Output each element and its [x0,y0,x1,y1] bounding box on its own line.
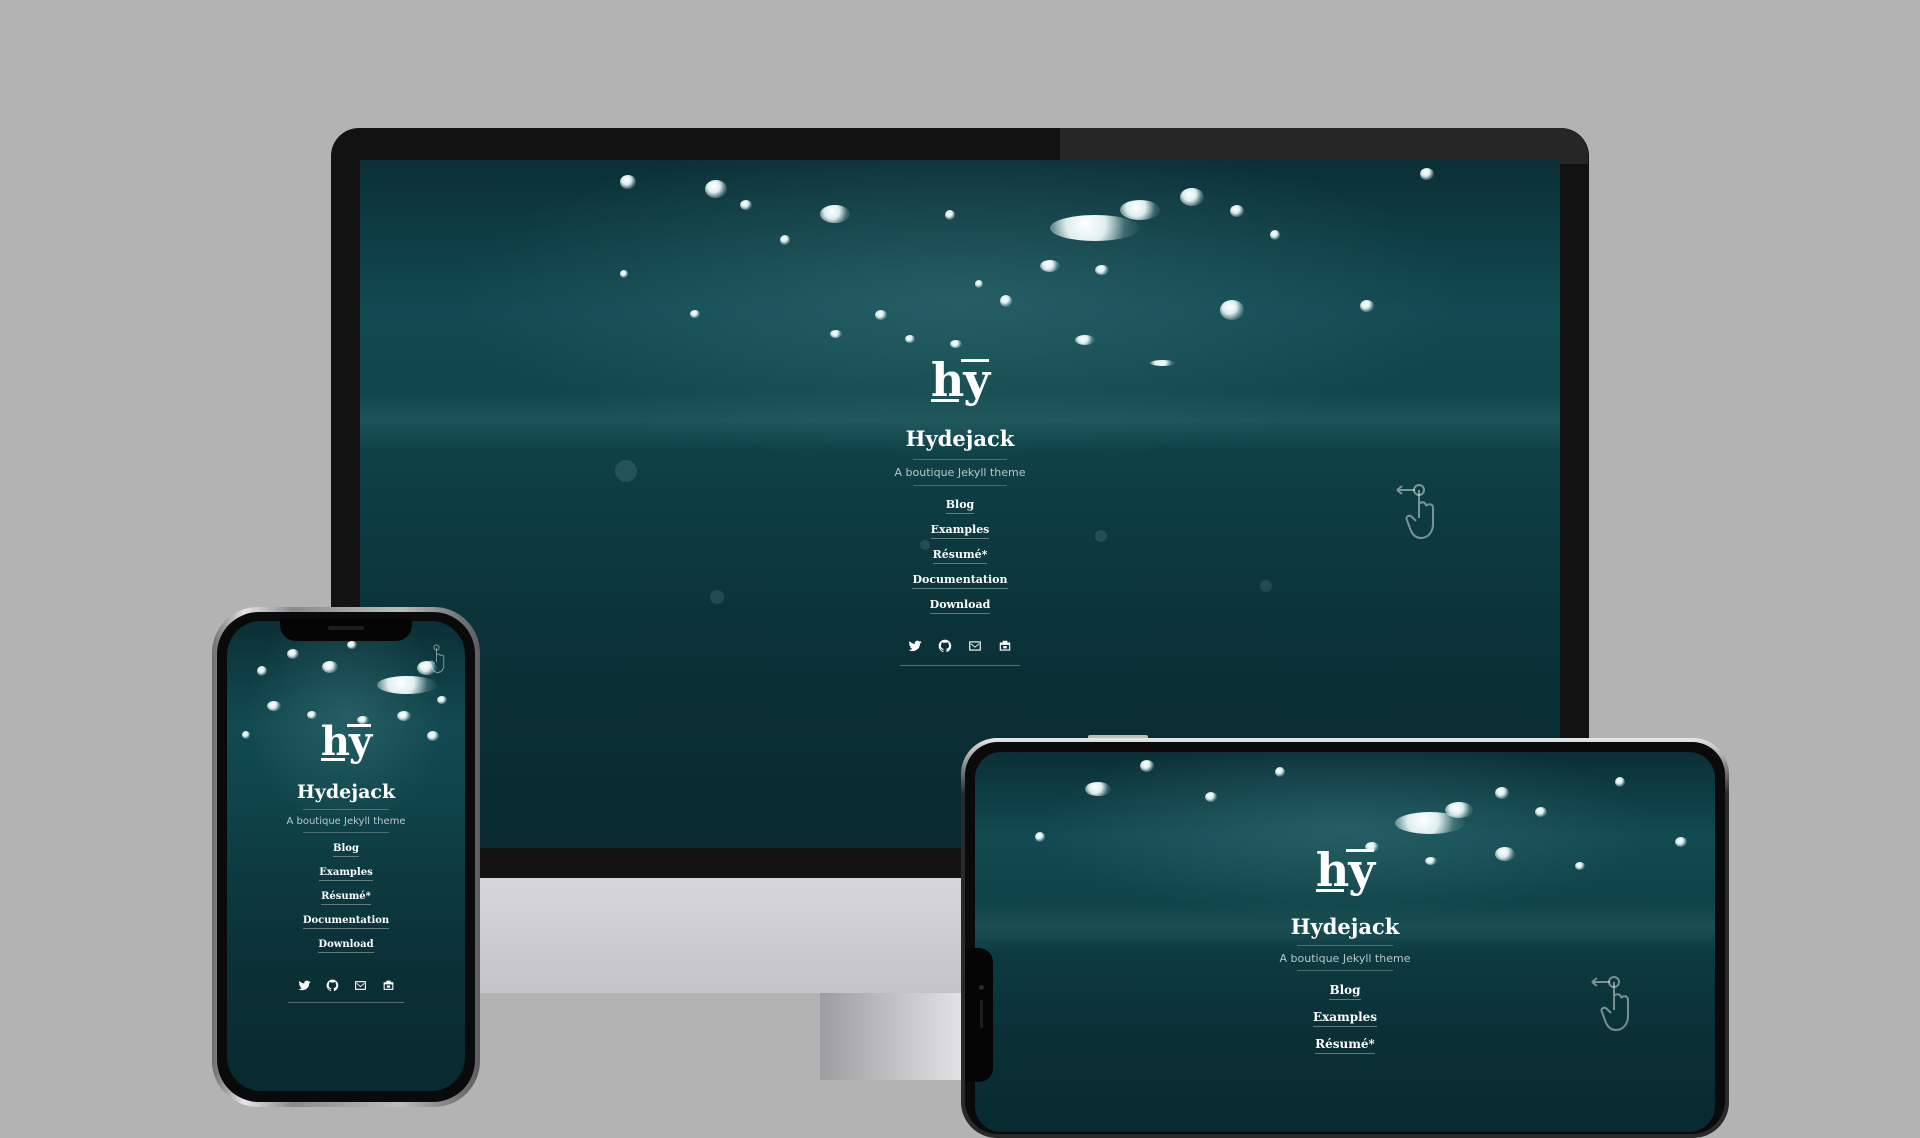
social-links [360,639,1560,653]
github-icon[interactable] [938,639,952,653]
main-nav: Blog Examples Résumé* [975,977,1715,1058]
nav-item-download[interactable]: Download [360,592,1560,617]
sidebar: hy Hydejack A boutique Jekyll theme Blog… [360,356,1560,666]
phone-speaker [328,626,364,630]
tablet-notch [965,948,993,1082]
site-logo[interactable]: hy [930,356,990,404]
social-underline [288,1002,404,1003]
social-underline [900,665,1020,666]
nav-item-download[interactable]: Download [227,933,465,957]
tablet-speaker [980,1000,983,1028]
sidebar: hy Hydejack A boutique Jekyll theme Blog… [975,846,1715,1058]
site-logo[interactable]: hy [1315,846,1375,894]
site-title[interactable]: Hydejack [227,781,465,803]
nav-item-resume[interactable]: Résumé* [227,885,465,909]
nav-item-documentation[interactable]: Documentation [360,567,1560,592]
swipe-hint-icon [1395,480,1445,544]
main-nav: Blog Examples Résumé* Documentation Down… [227,837,465,957]
tablet-screen: hy Hydejack A boutique Jekyll theme Blog… [975,752,1715,1132]
site-title[interactable]: Hydejack [360,426,1560,451]
title-underline [913,459,1007,460]
phone-notch [280,619,412,641]
nav-item-blog[interactable]: Blog [975,977,1715,1004]
monitor-bezel-highlight [1060,128,1588,164]
nav-item-resume[interactable]: Résumé* [975,1031,1715,1058]
nav-item-examples[interactable]: Examples [975,1004,1715,1031]
twitter-icon[interactable] [298,979,311,992]
github-icon[interactable] [326,979,339,992]
tablet-camera [979,985,984,990]
site-logo[interactable]: hy [320,721,372,763]
twitter-icon[interactable] [908,639,922,653]
site-tagline: A boutique Jekyll theme [286,816,406,827]
nav-item-documentation[interactable]: Documentation [227,909,465,933]
title-underline [303,809,389,810]
rss-icon[interactable] [998,639,1012,653]
email-icon[interactable] [354,979,367,992]
tagline-underline [913,485,1007,486]
email-icon[interactable] [968,639,982,653]
site-tagline: A boutique Jekyll theme [1279,952,1411,965]
site-tagline: A boutique Jekyll theme [894,466,1026,479]
nav-item-examples[interactable]: Examples [360,517,1560,542]
rss-icon[interactable] [382,979,395,992]
tagline-underline [1297,970,1393,971]
sidebar: hy Hydejack A boutique Jekyll theme Blog… [227,721,465,1003]
site-title[interactable]: Hydejack [975,914,1715,939]
nav-item-examples[interactable]: Examples [227,861,465,885]
nav-item-blog[interactable]: Blog [227,837,465,861]
nav-item-resume[interactable]: Résumé* [360,542,1560,567]
swipe-hint-icon [424,641,450,679]
title-underline [1297,945,1393,946]
tagline-underline [303,832,389,833]
nav-item-blog[interactable]: Blog [360,492,1560,517]
social-links [227,979,465,992]
phone-screen: hy Hydejack A boutique Jekyll theme Blog… [227,621,465,1091]
main-nav: Blog Examples Résumé* Documentation Down… [360,492,1560,617]
